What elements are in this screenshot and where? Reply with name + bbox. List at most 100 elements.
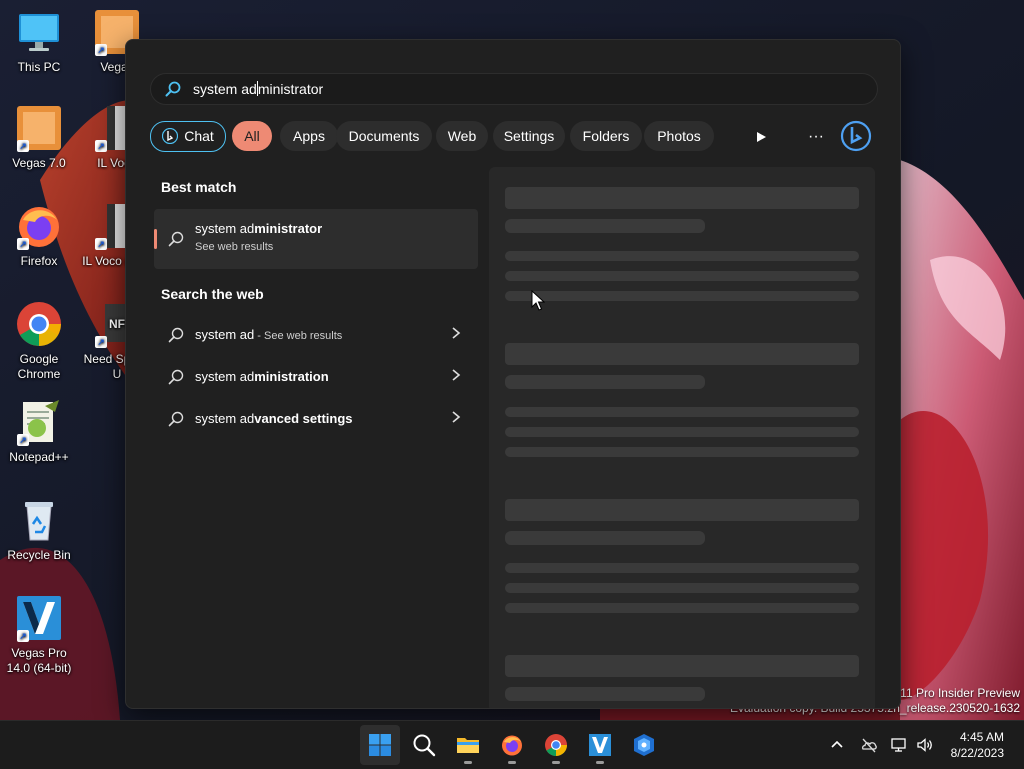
search-icon — [413, 734, 436, 757]
query-suggested-text: ministrator — [257, 81, 324, 97]
volume-icon[interactable] — [916, 736, 934, 754]
search-panel: system administrator Chat All Apps Docum… — [125, 39, 901, 709]
vegas-pro-icon — [589, 734, 611, 756]
desktop-icon-label: Recycle Bin — [7, 548, 71, 562]
skeleton-line — [505, 687, 705, 701]
bing-button[interactable] — [840, 120, 872, 152]
mouse-cursor-icon — [531, 290, 545, 311]
chip-all[interactable]: All — [232, 121, 272, 151]
chevron-right-icon — [452, 369, 461, 381]
shortcut-arrow-icon: ↗ — [17, 630, 29, 642]
search-icon — [165, 81, 181, 97]
search-input[interactable]: system administrator — [150, 73, 878, 105]
result-plain: system ad — [195, 369, 255, 384]
result-bold: ministration — [254, 369, 329, 384]
web-result-row[interactable]: system ad - See web results — [154, 316, 478, 354]
search-web-heading: Search the web — [161, 286, 264, 302]
shortcut-arrow-icon: ↗ — [17, 140, 29, 152]
chip-web[interactable]: Web — [436, 121, 488, 151]
chevron-right-icon — [452, 327, 461, 339]
system-tray — [826, 721, 936, 769]
result-plain: system ad — [195, 327, 255, 342]
recycle-bin-icon — [15, 496, 63, 544]
chip-apps[interactable]: Apps — [280, 121, 338, 151]
skeleton-line — [505, 531, 705, 545]
desktop-icon-recycle-bin[interactable]: Recycle Bin — [0, 496, 78, 563]
clock-time: 4:45 AM — [959, 730, 1004, 744]
web-result-row[interactable]: system advanced settings — [154, 400, 478, 438]
web-result-label: system ad - See web results — [195, 327, 342, 342]
chip-chat[interactable]: Chat — [150, 121, 226, 152]
desktop-icon-firefox[interactable]: ↗ Firefox — [0, 202, 78, 269]
skeleton-line — [505, 219, 705, 233]
web-result-label: system administration — [195, 369, 329, 384]
taskbar-app[interactable] — [624, 725, 664, 765]
more-filters-play-icon[interactable] — [747, 123, 775, 151]
firefox-icon: ↗ — [15, 202, 63, 250]
desktop-icon-google-chrome[interactable]: Google Chrome — [0, 300, 78, 382]
result-plain: system ad — [195, 411, 255, 426]
shortcut-arrow-icon: ↗ — [95, 238, 107, 250]
search-icon — [168, 327, 184, 343]
desktop-icon-label: Google Chrome — [17, 352, 61, 381]
desktop-icon-label: Firefox — [20, 254, 58, 268]
chip-documents[interactable]: Documents — [336, 121, 432, 151]
best-match-subtitle: See web results — [195, 241, 274, 253]
desktop-icon-notepad-plus[interactable]: ↗ Notepad++ — [0, 398, 78, 465]
skeleton-line — [505, 563, 859, 573]
taskbar-vegas-pro[interactable] — [580, 725, 620, 765]
taskbar-chrome[interactable] — [536, 725, 576, 765]
taskbar-firefox[interactable] — [492, 725, 532, 765]
taskbar-search-button[interactable] — [404, 725, 444, 765]
shortcut-arrow-icon: ↗ — [17, 434, 29, 446]
skeleton-line — [505, 343, 859, 365]
skeleton-line — [505, 187, 859, 209]
search-query[interactable]: system administrator — [193, 81, 323, 97]
running-indicator — [464, 761, 472, 764]
shortcut-arrow-icon: ↗ — [95, 44, 107, 56]
desktop-icon-vegas-7[interactable]: ↗ Vegas 7.0 — [0, 104, 78, 171]
preview-pane-loading — [489, 167, 875, 708]
desktop-icon-vegas-pro-14[interactable]: ↗ Vegas Pro 14.0 (64-bit) — [0, 594, 78, 676]
title-plain: system ad — [195, 221, 255, 236]
onedrive-offline-icon[interactable] — [860, 736, 878, 754]
web-result-row[interactable]: system administration — [154, 358, 478, 396]
search-icon — [168, 231, 184, 247]
skeleton-line — [505, 447, 859, 457]
running-indicator — [596, 761, 604, 764]
il-app-icon — [634, 734, 654, 756]
desktop-icon-label: Vegas Pro 14.0 (64-bit) — [6, 646, 72, 675]
skeleton-line — [505, 655, 859, 677]
start-button[interactable] — [360, 725, 400, 765]
web-result-label: system advanced settings — [195, 411, 353, 426]
desktop-icon-label: Vegas 7.0 — [12, 156, 66, 170]
chip-label: Chat — [184, 128, 214, 144]
desktop-icon-this-pc[interactable]: This PC — [0, 8, 78, 75]
chip-photos[interactable]: Photos — [644, 121, 714, 151]
selection-indicator — [154, 229, 157, 249]
query-typed-text: system ad — [193, 81, 257, 97]
chevron-up-icon[interactable] — [828, 736, 846, 754]
chip-folders[interactable]: Folders — [570, 121, 642, 151]
chip-settings[interactable]: Settings — [493, 121, 565, 151]
skeleton-line — [505, 251, 859, 261]
result-suffix: - See web results — [254, 330, 343, 342]
watermark-line-1: s 11 Pro Insider Preview — [890, 686, 1020, 700]
filter-chips: Chat All Apps Documents Web Settings Fol… — [150, 120, 876, 153]
more-options-icon[interactable]: ··· — [802, 123, 830, 151]
best-match-result[interactable]: system administrator See web results — [154, 209, 478, 269]
desktop-icon-label: This PC — [17, 60, 61, 74]
network-icon[interactable] — [890, 736, 908, 754]
taskbar-file-explorer[interactable] — [448, 725, 488, 765]
running-indicator — [508, 761, 516, 764]
best-match-title: system administrator — [195, 221, 322, 236]
best-match-heading: Best match — [161, 179, 237, 195]
skeleton-line — [505, 427, 859, 437]
skeleton-line — [505, 583, 859, 593]
bing-icon — [162, 128, 179, 144]
skeleton-line — [505, 499, 859, 521]
chevron-right-icon — [452, 411, 461, 423]
running-indicator — [552, 761, 560, 764]
taskbar: 4:45 AM 8/22/2023 — [0, 720, 1024, 769]
clock[interactable]: 4:45 AM 8/22/2023 — [951, 729, 1004, 761]
